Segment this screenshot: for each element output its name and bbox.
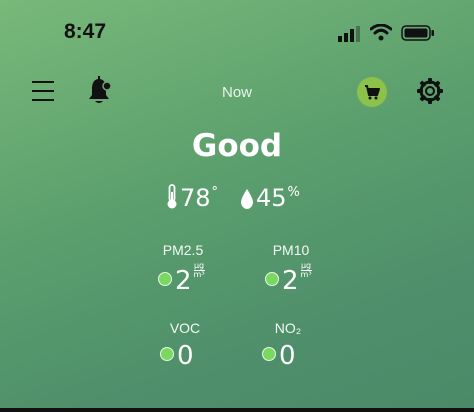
pm25-reading: 2µg m³ bbox=[158, 262, 205, 296]
bell-icon bbox=[89, 76, 112, 103]
pm25-value: 2 bbox=[175, 266, 192, 296]
status-bar-time: 8:47 bbox=[64, 20, 107, 43]
no2-label: NO₂ bbox=[274, 320, 302, 336]
voc-label: VOC bbox=[169, 320, 201, 336]
cellular-signal-icon bbox=[338, 26, 360, 42]
no2-reading: 0 bbox=[262, 341, 296, 371]
cart-button[interactable] bbox=[357, 77, 387, 107]
humidity-value: 45 bbox=[256, 184, 287, 212]
menu-button[interactable] bbox=[32, 80, 56, 102]
humidity-reading: 45% bbox=[240, 184, 300, 212]
pm10-label: PM10 bbox=[272, 242, 310, 258]
droplet-icon bbox=[241, 189, 253, 209]
humidity-unit: % bbox=[287, 185, 300, 200]
temperature-reading: 78° bbox=[166, 184, 218, 212]
temperature-unit: ° bbox=[211, 185, 219, 200]
bottom-divider bbox=[0, 408, 474, 412]
battery-icon bbox=[401, 25, 434, 41]
pm10-unit: µg m³ bbox=[300, 261, 312, 279]
pm25-unit: µg m³ bbox=[193, 261, 205, 279]
menu-icon bbox=[32, 81, 54, 101]
no2-value: 0 bbox=[279, 341, 296, 371]
voc-status-dot bbox=[160, 347, 174, 361]
cart-icon bbox=[365, 85, 380, 100]
voc-value: 0 bbox=[177, 341, 194, 371]
voc-reading: 0 bbox=[160, 341, 194, 371]
pm25-status-dot bbox=[158, 272, 172, 286]
temperature-value: 78 bbox=[180, 184, 211, 212]
pm10-value: 2 bbox=[282, 266, 299, 296]
wifi-icon bbox=[370, 24, 392, 41]
alerts-button[interactable] bbox=[88, 76, 114, 106]
gear-icon bbox=[417, 78, 443, 104]
no2-status-dot bbox=[262, 347, 276, 361]
pm25-label: PM2.5 bbox=[162, 242, 204, 258]
page-title: Now bbox=[221, 84, 252, 101]
air-quality-status: Good bbox=[191, 128, 283, 164]
pm10-reading: 2µg m³ bbox=[265, 262, 312, 296]
pm10-status-dot bbox=[265, 272, 279, 286]
settings-button[interactable] bbox=[415, 76, 445, 106]
thermometer-icon bbox=[167, 184, 177, 209]
